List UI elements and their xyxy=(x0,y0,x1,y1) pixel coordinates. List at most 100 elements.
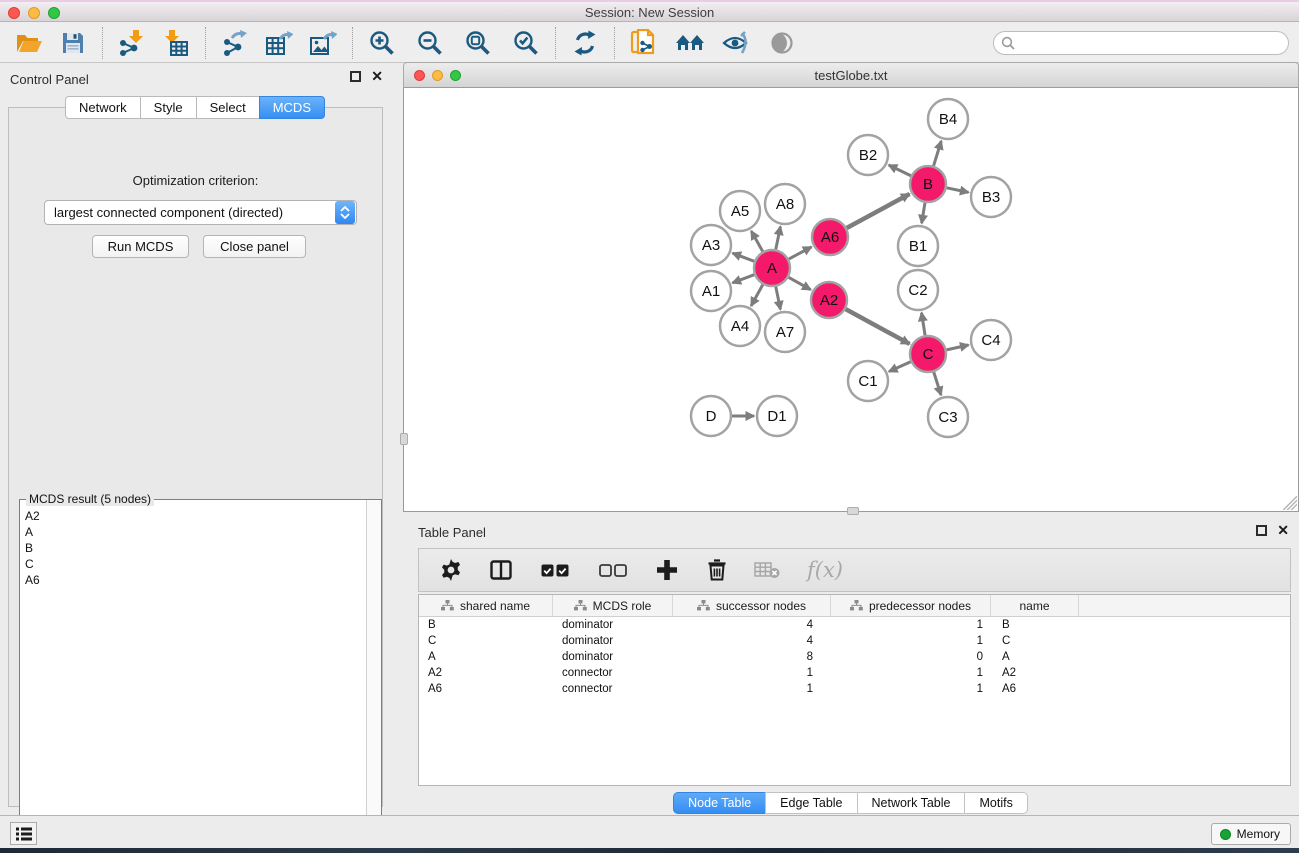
graph-edge-A-A1[interactable] xyxy=(733,275,755,283)
close-panel-icon[interactable]: ✕ xyxy=(371,71,383,82)
tab-select[interactable]: Select xyxy=(196,96,260,119)
hide-panels-button[interactable] xyxy=(721,29,751,57)
graph-edge-B-B1[interactable] xyxy=(922,203,925,224)
graph-edge-A2-C[interactable] xyxy=(846,309,910,344)
zoom-out-button[interactable] xyxy=(415,29,445,57)
graph-node-A3[interactable]: A3 xyxy=(691,225,731,265)
tab-network[interactable]: Network xyxy=(65,96,141,119)
table-row[interactable]: Bdominator41B xyxy=(419,617,1290,633)
graph-edge-A6-B[interactable] xyxy=(847,194,910,228)
graph-node-A6[interactable]: A6 xyxy=(812,219,848,255)
show-panels-button[interactable] xyxy=(767,29,797,57)
network-canvas[interactable]: B4B2BB3A5A8A6A3B1AA1A2C2A4A7CC4C1C3DD1 xyxy=(403,88,1299,512)
delete-table-button[interactable] xyxy=(753,556,781,584)
tab-motifs[interactable]: Motifs xyxy=(964,792,1027,814)
tab-node-table[interactable]: Node Table xyxy=(673,792,766,814)
tab-edge-table[interactable]: Edge Table xyxy=(765,792,857,814)
float-table-panel-icon[interactable] xyxy=(1256,525,1267,536)
graph-node-A1[interactable]: A1 xyxy=(691,271,731,311)
create-column-button[interactable] xyxy=(653,556,681,584)
function-builder-button[interactable]: f(x) xyxy=(803,556,847,584)
mcds-result-scrollbar[interactable] xyxy=(366,500,381,843)
column-header-predecessor-nodes[interactable]: predecessor nodes xyxy=(831,595,991,616)
network-from-selection-button[interactable] xyxy=(629,29,659,57)
column-header-name[interactable]: name xyxy=(991,595,1079,616)
zoom-selected-button[interactable] xyxy=(511,29,541,57)
graph-edge-A-A6[interactable] xyxy=(789,247,812,259)
zoom-in-button[interactable] xyxy=(367,29,397,57)
zoom-fit-button[interactable] xyxy=(463,29,493,57)
task-history-button[interactable] xyxy=(10,822,37,845)
toggle-column-view-button[interactable] xyxy=(487,556,515,584)
close-panel-button[interactable]: Close panel xyxy=(203,235,306,258)
network-window-titlebar[interactable]: testGlobe.txt xyxy=(403,62,1299,88)
resize-grip[interactable] xyxy=(1283,496,1297,510)
save-session-button[interactable] xyxy=(58,29,88,57)
graph-edge-C-C1[interactable] xyxy=(889,362,911,372)
graph-node-C[interactable]: C xyxy=(910,336,946,372)
graph-edge-B-B2[interactable] xyxy=(889,165,911,176)
graph-edge-A-A7[interactable] xyxy=(776,287,781,310)
graph-node-B2[interactable]: B2 xyxy=(848,135,888,175)
graph-node-B[interactable]: B xyxy=(910,166,946,202)
graph-edge-A-A3[interactable] xyxy=(733,253,755,261)
graph-node-C4[interactable]: C4 xyxy=(971,320,1011,360)
graph-node-A2[interactable]: A2 xyxy=(811,282,847,318)
export-image-button[interactable] xyxy=(308,29,338,57)
graph-node-D[interactable]: D xyxy=(691,396,731,436)
graph-node-C3[interactable]: C3 xyxy=(928,397,968,437)
open-session-button[interactable] xyxy=(14,29,44,57)
table-row[interactable]: A2connector11A2 xyxy=(419,665,1290,681)
tab-mcds[interactable]: MCDS xyxy=(259,96,325,119)
column-header-shared-name[interactable]: shared name xyxy=(419,595,553,616)
horizontal-scroll-handle[interactable] xyxy=(847,507,859,515)
table-settings-button[interactable] xyxy=(437,556,465,584)
export-table-button[interactable] xyxy=(264,29,294,57)
mcds-result-item[interactable]: C xyxy=(21,556,365,572)
tab-style[interactable]: Style xyxy=(140,96,197,119)
export-network-button[interactable] xyxy=(220,29,250,57)
vertical-scroll-handle[interactable] xyxy=(400,433,408,445)
optimization-dropdown[interactable]: largest connected component (directed) xyxy=(44,200,357,225)
select-all-columns-button[interactable] xyxy=(537,556,573,584)
unselect-all-columns-button[interactable] xyxy=(595,556,631,584)
memory-button[interactable]: Memory xyxy=(1211,823,1291,845)
table-row[interactable]: A6connector11A6 xyxy=(419,681,1290,697)
graph-edge-C-C4[interactable] xyxy=(947,345,969,350)
close-table-panel-icon[interactable]: ✕ xyxy=(1277,525,1289,536)
cybrowser-button[interactable] xyxy=(675,29,705,57)
graph-node-C2[interactable]: C2 xyxy=(898,270,938,310)
graph-edge-A-A2[interactable] xyxy=(789,277,811,289)
search-input[interactable] xyxy=(993,31,1289,55)
graph-edge-A-A5[interactable] xyxy=(751,231,762,251)
graph-node-B4[interactable]: B4 xyxy=(928,99,968,139)
tab-network-table[interactable]: Network Table xyxy=(857,792,966,814)
delete-column-button[interactable] xyxy=(703,556,731,584)
graph-node-D1[interactable]: D1 xyxy=(757,396,797,436)
graph-node-B3[interactable]: B3 xyxy=(971,177,1011,217)
graph-edge-A-A8[interactable] xyxy=(776,227,781,250)
graph-node-A8[interactable]: A8 xyxy=(765,184,805,224)
graph-node-A5[interactable]: A5 xyxy=(720,191,760,231)
graph-node-C1[interactable]: C1 xyxy=(848,361,888,401)
apply-layout-button[interactable] xyxy=(570,29,600,57)
mcds-result-item[interactable]: A xyxy=(21,524,365,540)
graph-edge-B-B3[interactable] xyxy=(947,188,969,193)
table-row[interactable]: Cdominator41C xyxy=(419,633,1290,649)
import-network-button[interactable] xyxy=(117,29,147,57)
column-header-mcds-role[interactable]: MCDS role xyxy=(553,595,673,616)
import-table-button[interactable] xyxy=(161,29,191,57)
float-panel-icon[interactable] xyxy=(350,71,361,82)
graph-edge-C-C2[interactable] xyxy=(922,313,926,336)
mcds-result-item[interactable]: A6 xyxy=(21,572,365,588)
graph-node-A7[interactable]: A7 xyxy=(765,312,805,352)
mcds-result-item[interactable]: B xyxy=(21,540,365,556)
graph-edge-A-A4[interactable] xyxy=(751,285,763,306)
table-row[interactable]: Adominator80A xyxy=(419,649,1290,665)
graph-edge-C-C3[interactable] xyxy=(934,372,941,395)
graph-node-A[interactable]: A xyxy=(754,250,790,286)
graph-edge-B-B4[interactable] xyxy=(934,141,942,166)
run-mcds-button[interactable]: Run MCDS xyxy=(92,235,189,258)
graph-node-A4[interactable]: A4 xyxy=(720,306,760,346)
column-header-successor-nodes[interactable]: successor nodes xyxy=(673,595,831,616)
